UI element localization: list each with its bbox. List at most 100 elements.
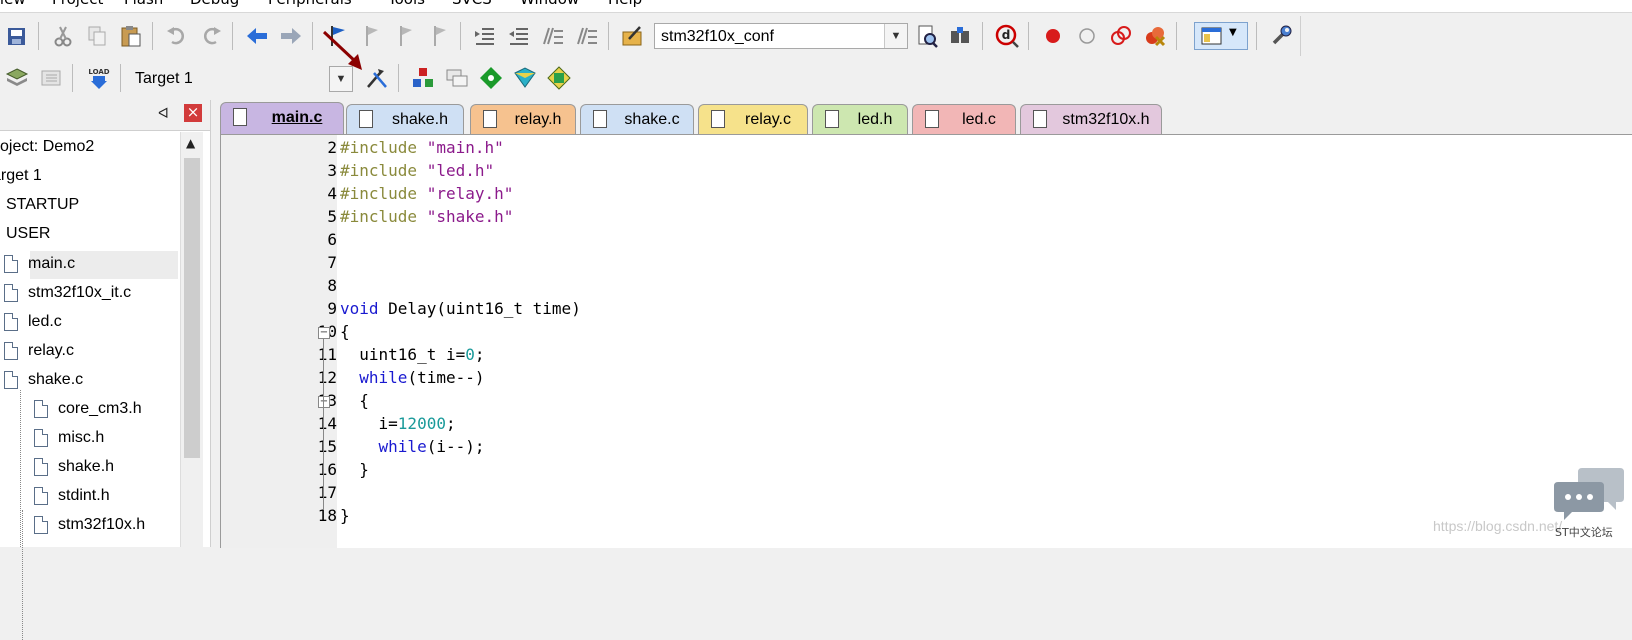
navigate-forward-icon[interactable]: [278, 23, 304, 49]
tab-main-c[interactable]: main.c: [220, 102, 344, 134]
tree-file-stm32f10x-h[interactable]: stm32f10x.h: [34, 516, 145, 534]
code-line[interactable]: {: [340, 322, 350, 341]
line-number-gutter: 23456789101112131415161718: [221, 135, 337, 548]
build-toolbar: LOAD Target 1 ▼: [0, 30, 590, 98]
code-line[interactable]: #include "main.h": [340, 138, 504, 157]
scroll-thumb[interactable]: [184, 158, 200, 458]
tree-file-stm32f10x-it-c[interactable]: stm32f10x_it.c: [4, 284, 131, 302]
code-line[interactable]: }: [340, 460, 369, 479]
tree-file-core-cm3-h[interactable]: core_cm3.h: [34, 400, 142, 418]
menu-item-6[interactable]: SVCS: [452, 0, 492, 8]
tree-file-stdint-h[interactable]: stdint.h: [34, 487, 110, 505]
menu-item-8[interactable]: Help: [608, 0, 642, 8]
paste-icon[interactable]: [118, 23, 144, 49]
code-line[interactable]: #include "shake.h": [340, 207, 513, 226]
file-icon: [34, 458, 48, 476]
menu-item-1[interactable]: Project: [52, 0, 103, 8]
manage-project-items-icon[interactable]: [410, 65, 436, 91]
menu-item-0[interactable]: View: [0, 0, 26, 8]
tree-group-startup[interactable]: STARTUP: [6, 196, 79, 214]
code-line[interactable]: }: [340, 506, 350, 525]
menu-item-7[interactable]: Window: [520, 0, 579, 8]
indent-icon[interactable]: [472, 23, 498, 49]
code-token: while: [359, 368, 408, 387]
code-line[interactable]: #include "led.h": [340, 161, 494, 180]
pin-icon[interactable]: ᐊ: [158, 106, 169, 122]
incremental-find-icon[interactable]: [948, 23, 974, 49]
code-line[interactable]: #include "relay.h": [340, 184, 513, 203]
select-software-packs-icon[interactable]: [546, 65, 572, 91]
code-editor[interactable]: 23456789101112131415161718 #include "mai…: [220, 134, 1632, 548]
tree-file-shake-c[interactable]: shake.c: [4, 371, 83, 389]
enable-breakpoint-icon[interactable]: [1074, 23, 1100, 49]
tree-file-relay-c[interactable]: relay.c: [4, 342, 74, 360]
kill-all-breakpoints-icon[interactable]: [1142, 23, 1168, 49]
code-token: #include: [340, 138, 427, 157]
tab-stm32f10x-h[interactable]: stm32f10x.h: [1020, 104, 1162, 134]
comment-icon[interactable]: [540, 23, 566, 49]
menu-item-4[interactable]: Peripherals: [268, 0, 352, 8]
editor-tabs: main.c shake.h relay.h shake.c relay.c led.h l…: [218, 100, 1632, 134]
unindent-icon[interactable]: [506, 23, 532, 49]
find-combo[interactable]: stm32f10x_conf ▼: [654, 23, 908, 49]
menu-bar: View Project Flash Debug Peripherals Tools SVC…: [0, 0, 1632, 13]
tree-file-main-c[interactable]: main.c: [4, 255, 75, 273]
menu-item-2[interactable]: Flash: [124, 0, 163, 8]
find-in-files-icon[interactable]: [620, 23, 646, 49]
scroll-up-icon[interactable]: ▲: [186, 136, 195, 150]
window-layout-button[interactable]: ▼: [1194, 22, 1248, 50]
tree-target[interactable]: Target 1: [0, 167, 42, 185]
tree-file-led-c[interactable]: led.c: [4, 313, 62, 331]
navigate-back-icon[interactable]: [244, 23, 270, 49]
menu-item-3[interactable]: Debug: [190, 0, 239, 8]
file-extensions-icon[interactable]: [444, 65, 470, 91]
tree-group-user[interactable]: USER: [6, 225, 50, 243]
tree-file-label: relay.c: [28, 342, 74, 360]
build-icon[interactable]: [38, 65, 64, 91]
code-line[interactable]: void Delay(uint16_t time): [340, 299, 581, 318]
download-load-icon[interactable]: LOAD: [86, 65, 112, 91]
configure-icon[interactable]: [1268, 23, 1294, 49]
undo-icon[interactable]: [164, 23, 190, 49]
tree-project-root[interactable]: Project: Demo2: [0, 138, 94, 156]
tab-shake-h[interactable]: shake.h: [346, 104, 464, 134]
find-icon[interactable]: [914, 23, 940, 49]
save-all-icon[interactable]: [4, 23, 30, 49]
fold-collapse-icon[interactable]: −: [318, 396, 330, 408]
code-line[interactable]: while(time--): [340, 368, 484, 387]
line-number: 7: [327, 253, 337, 272]
code-line[interactable]: uint16_t i=0;: [340, 345, 484, 364]
debug-session-icon[interactable]: d: [994, 23, 1020, 49]
tree-file-misc-h[interactable]: misc.h: [34, 429, 104, 447]
cut-icon[interactable]: [50, 23, 76, 49]
code-token: "shake.h": [426, 207, 514, 226]
copy-icon[interactable]: [84, 23, 110, 49]
tree-file-shake-h[interactable]: shake.h: [34, 458, 114, 476]
run-to-icon[interactable]: [478, 65, 504, 91]
close-icon[interactable]: ×: [184, 104, 202, 122]
menu-item-5[interactable]: Tools: [388, 0, 425, 8]
target-select[interactable]: Target 1 ▼: [128, 65, 354, 92]
tab-relay-c[interactable]: relay.c: [698, 104, 808, 134]
file-icon: [4, 255, 18, 273]
tab-relay-h[interactable]: relay.h: [470, 104, 576, 134]
tab-led-h[interactable]: led.h: [812, 104, 908, 134]
clear-bookmarks-icon[interactable]: [426, 23, 452, 49]
next-bookmark-icon[interactable]: [392, 23, 418, 49]
chevron-down-icon[interactable]: ▼: [884, 24, 907, 48]
tab-led-c[interactable]: led.c: [912, 104, 1016, 134]
pack-installer-icon[interactable]: [512, 65, 538, 91]
tab-shake-c[interactable]: shake.c: [580, 104, 694, 134]
fold-collapse-icon[interactable]: −: [318, 327, 330, 339]
watermark-text: https://blog.csdn.net/: [1433, 518, 1563, 534]
project-scrollbar[interactable]: ▲: [180, 132, 203, 547]
code-line[interactable]: i=12000;: [340, 414, 456, 433]
code-line[interactable]: while(i--);: [340, 437, 485, 456]
insert-breakpoint-icon[interactable]: [1040, 23, 1066, 49]
redo-icon[interactable]: [198, 23, 224, 49]
disable-all-breakpoints-icon[interactable]: [1108, 23, 1134, 49]
code-token: #include: [340, 207, 427, 226]
uncomment-icon[interactable]: [574, 23, 600, 49]
code-line[interactable]: {: [340, 391, 369, 410]
compile-icon[interactable]: [4, 65, 30, 91]
